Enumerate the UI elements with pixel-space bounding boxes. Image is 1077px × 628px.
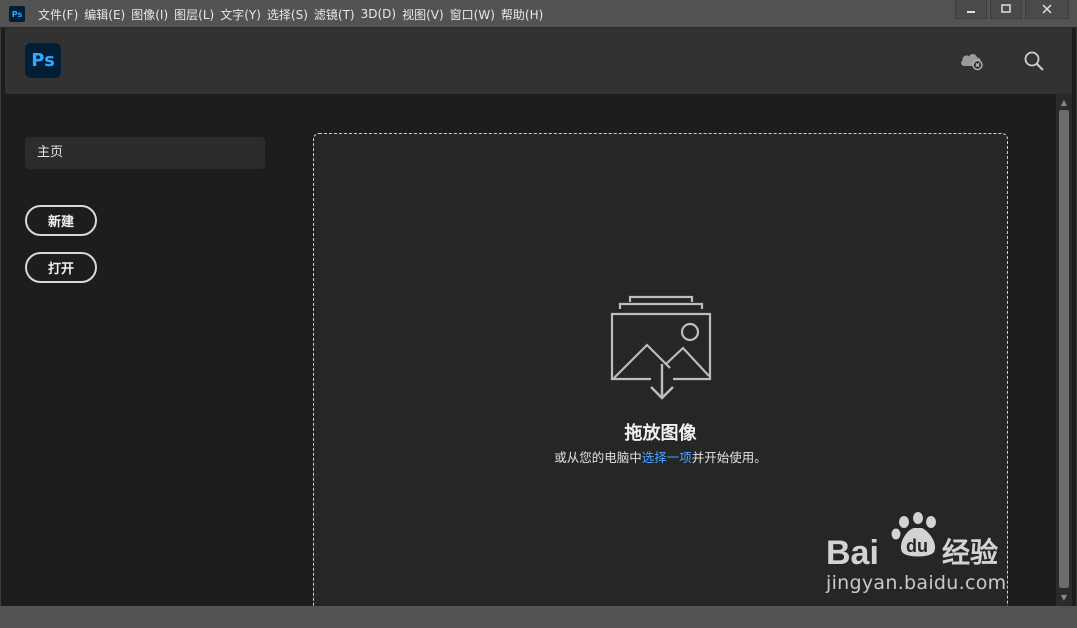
menu-items: 文件(F) 编辑(E) 图像(I) 图层(L) 文字(Y) 选择(S) 滤镜(T…: [38, 0, 549, 28]
menu-3d[interactable]: 3D(D): [361, 7, 396, 21]
svg-text:du: du: [906, 536, 928, 556]
menu-help[interactable]: 帮助(H): [501, 6, 543, 23]
svg-text:Bai: Bai: [826, 534, 879, 572]
baidu-jingyan-watermark: Bai du 经验 jingyan.baidu.com: [826, 512, 1026, 607]
menu-edit[interactable]: 编辑(E): [84, 6, 125, 23]
sidebar-item-home[interactable]: 主页: [25, 137, 265, 169]
drop-subtitle: 或从您的电脑中选择一项并开始使用。: [314, 447, 1007, 466]
app-header: Ps: [5, 28, 1072, 94]
sidebar: 主页 新建 打开: [5, 94, 295, 606]
menu-bar: Ps 文件(F) 编辑(E) 图像(I) 图层(L) 文字(Y) 选择(S) 滤…: [0, 0, 1077, 28]
bottom-edge: [0, 606, 1077, 628]
menu-image[interactable]: 图像(I): [131, 6, 168, 23]
minimize-button[interactable]: [955, 0, 987, 19]
close-button[interactable]: [1025, 0, 1069, 19]
maximize-icon: [1001, 4, 1011, 13]
minimize-icon: [967, 11, 975, 13]
maximize-button[interactable]: [990, 0, 1022, 19]
drop-title: 拖放图像: [624, 423, 697, 444]
app-icon: Ps: [9, 6, 25, 22]
watermark-url: jingyan.baidu.com: [826, 572, 1007, 594]
new-button[interactable]: 新建: [25, 205, 97, 236]
drop-subtitle-before: 或从您的电脑中: [554, 450, 642, 465]
menu-select[interactable]: 选择(S): [267, 6, 308, 23]
svg-text:经验: 经验: [942, 536, 998, 569]
ps-logo[interactable]: Ps: [25, 43, 61, 78]
menu-layer[interactable]: 图层(L): [174, 6, 214, 23]
cloud-error-icon[interactable]: [959, 48, 985, 74]
drop-image-icon: [610, 295, 712, 400]
window-controls: [952, 0, 1069, 22]
menu-view[interactable]: 视图(V): [402, 6, 444, 23]
scroll-thumb[interactable]: [1059, 110, 1069, 588]
menu-filter[interactable]: 滤镜(T): [314, 6, 355, 23]
menu-type[interactable]: 文字(Y): [220, 6, 261, 23]
vertical-scrollbar[interactable]: ▲ ▼: [1056, 94, 1072, 606]
baidu-watermark-logo: Bai du 经验: [826, 512, 998, 572]
menu-window[interactable]: 窗口(W): [450, 6, 495, 23]
drop-subtitle-after: 并开始使用。: [691, 450, 767, 465]
scroll-up-icon[interactable]: ▲: [1056, 95, 1072, 109]
search-icon[interactable]: [1021, 48, 1047, 74]
scroll-down-icon[interactable]: ▼: [1056, 590, 1072, 604]
select-file-link[interactable]: 选择一项: [642, 450, 692, 465]
menu-file[interactable]: 文件(F): [38, 6, 78, 23]
close-icon: [1042, 4, 1052, 14]
open-button[interactable]: 打开: [25, 252, 97, 283]
